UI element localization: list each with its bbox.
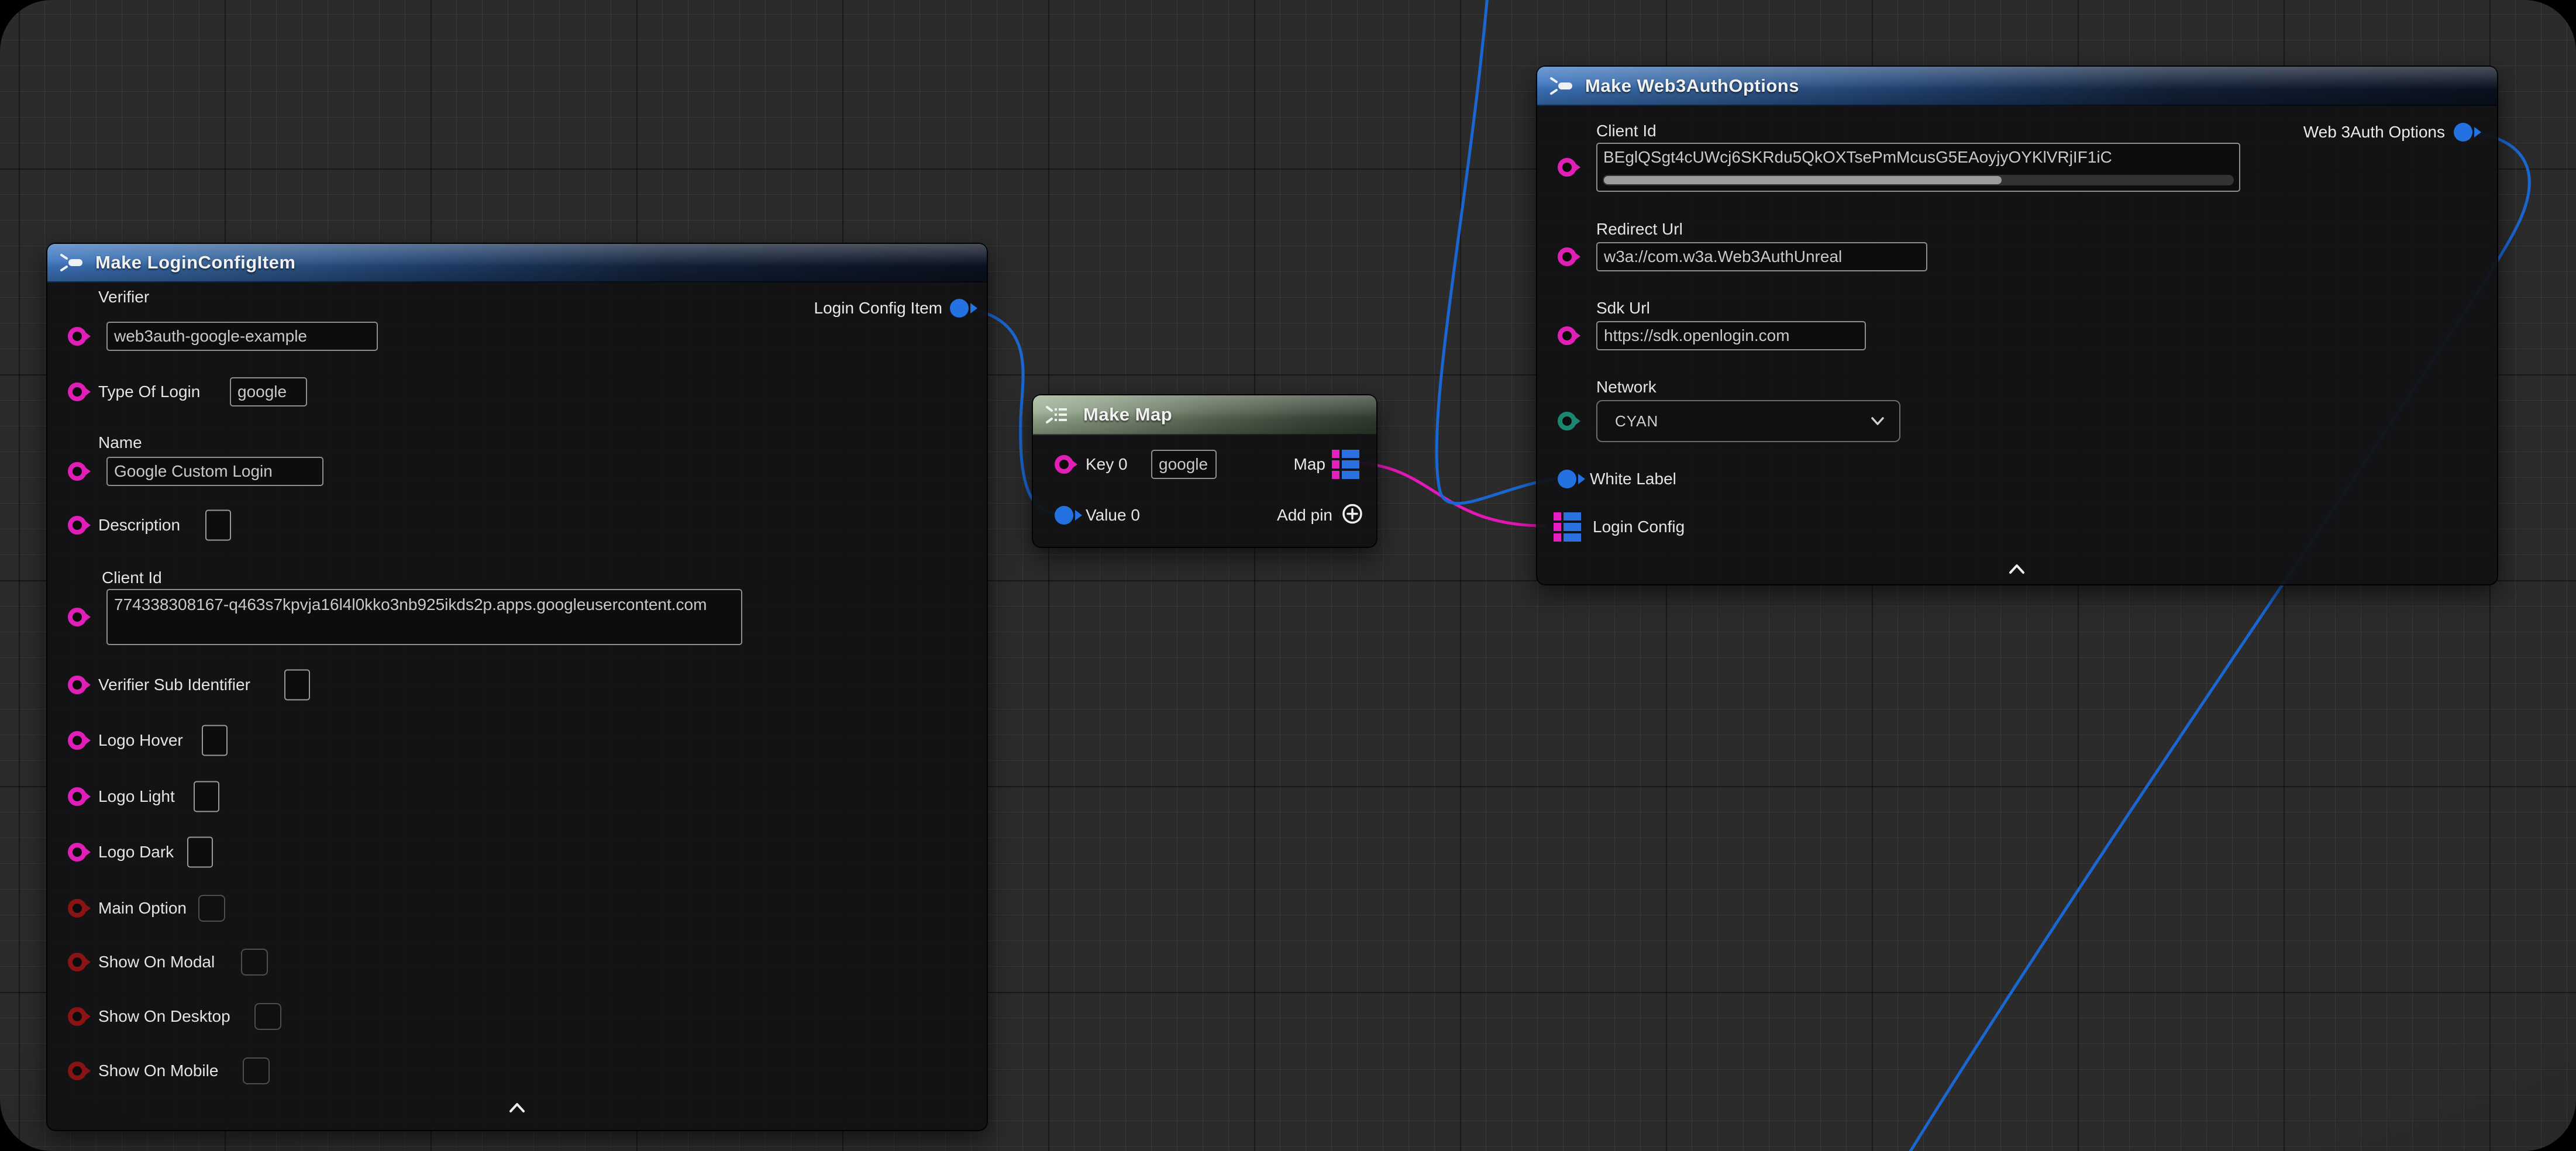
collapse-node-button[interactable]	[2005, 563, 2029, 578]
pin-logo-dark[interactable]	[68, 843, 87, 861]
pin-type-of-login[interactable]	[68, 382, 87, 401]
pin-label-main-option: Main Option	[98, 899, 187, 918]
scrollbar-thumb[interactable]	[1604, 176, 2002, 184]
pin-label-client-id: Client Id	[102, 568, 162, 587]
output-pin-map[interactable]	[1332, 450, 1359, 479]
pin-label-sdk-url: Sdk Url	[1596, 299, 1650, 318]
description-input[interactable]	[205, 510, 231, 541]
pin-label-show-on-mobile: Show On Mobile	[98, 1062, 218, 1080]
client-id-value: BEglQSgt4cUWcj6SKRdu5QkOXTsePmMcusG5EAoy…	[1597, 144, 2239, 171]
pin-sdk-url[interactable]	[1558, 326, 1576, 345]
pin-login-config[interactable]	[1554, 512, 1581, 542]
show-on-modal-checkbox[interactable]	[241, 949, 268, 976]
pin-label-network: Network	[1596, 378, 1657, 397]
node-make-loginconfigitem[interactable]: Make LoginConfigItem Login Config Item V…	[46, 243, 988, 1131]
blueprint-editor: Make LoginConfigItem Login Config Item V…	[0, 0, 2576, 1151]
chevron-down-icon	[1869, 416, 1886, 426]
pin-label-client-id: Client Id	[1596, 122, 1657, 140]
pin-label-key-0: Key 0	[1086, 455, 1128, 474]
pin-verifier[interactable]	[68, 327, 87, 346]
pin-client-id[interactable]	[68, 608, 87, 626]
node-title: Make Map	[1083, 404, 1172, 425]
make-struct-icon	[59, 252, 87, 273]
pin-show-on-desktop[interactable]	[68, 1007, 87, 1026]
pin-label-verifier-sub-identifier: Verifier Sub Identifier	[98, 676, 250, 694]
pin-label-verifier: Verifier	[98, 288, 149, 306]
pin-label-type-of-login: Type Of Login	[98, 382, 200, 401]
pin-verifier-sub-identifier[interactable]	[68, 676, 87, 694]
pin-label-show-on-desktop: Show On Desktop	[98, 1007, 230, 1026]
pin-label-logo-hover: Logo Hover	[98, 731, 183, 750]
chevron-up-icon	[2005, 563, 2029, 576]
pin-white-label[interactable]	[1558, 470, 1576, 488]
pin-label-value-0: Value 0	[1086, 506, 1140, 525]
circle-plus-icon	[1341, 503, 1363, 525]
verifier-input[interactable]: web3auth-google-example	[106, 322, 378, 351]
horizontal-scrollbar[interactable]	[1603, 175, 2234, 185]
network-selected-value: CYAN	[1615, 412, 1658, 430]
verifier-sub-identifier-input[interactable]	[284, 670, 310, 701]
chevron-up-icon	[505, 1101, 529, 1114]
output-label: Web 3Auth Options	[2303, 123, 2445, 142]
collapse-node-button[interactable]	[505, 1101, 529, 1117]
make-map-icon	[1045, 404, 1075, 426]
pin-logo-hover[interactable]	[68, 731, 87, 750]
logo-dark-input[interactable]	[187, 837, 213, 868]
pin-redirect-url[interactable]	[1558, 247, 1576, 266]
pin-client-id[interactable]	[1558, 158, 1576, 177]
pin-label-show-on-modal: Show On Modal	[98, 953, 215, 971]
logo-light-input[interactable]	[194, 781, 219, 812]
pin-show-on-mobile[interactable]	[68, 1062, 87, 1080]
type-of-login-input[interactable]: google	[230, 377, 307, 406]
sdk-url-input[interactable]: https://sdk.openlogin.com	[1596, 321, 1866, 350]
pin-main-option[interactable]	[68, 899, 87, 918]
pin-label-logo-light: Logo Light	[98, 787, 175, 806]
client-id-input[interactable]: BEglQSgt4cUWcj6SKRdu5QkOXTsePmMcusG5EAoy…	[1596, 143, 2240, 192]
add-pin-label: Add pin	[1277, 506, 1332, 525]
redirect-url-input[interactable]: w3a://com.w3a.Web3AuthUnreal	[1596, 242, 1927, 271]
key-0-input[interactable]: google	[1151, 450, 1217, 479]
blueprint-canvas[interactable]: Make LoginConfigItem Login Config Item V…	[0, 0, 2576, 1151]
pin-label-login-config: Login Config	[1593, 518, 1685, 536]
pin-label-white-label: White Label	[1590, 470, 1676, 488]
pin-key-0[interactable]	[1055, 455, 1073, 474]
node-title: Make Web3AuthOptions	[1585, 75, 1799, 97]
output-label-map: Map	[1294, 455, 1325, 474]
pin-show-on-modal[interactable]	[68, 953, 87, 971]
show-on-mobile-checkbox[interactable]	[243, 1057, 270, 1084]
show-on-desktop-checkbox[interactable]	[254, 1003, 281, 1030]
pin-network[interactable]	[1558, 412, 1576, 430]
pin-name[interactable]	[68, 462, 87, 481]
main-option-checkbox[interactable]	[198, 895, 225, 922]
pin-label-name: Name	[98, 433, 142, 452]
node-title: Make LoginConfigItem	[95, 252, 295, 273]
node-make-web3authoptions[interactable]: Make Web3AuthOptions Client Id Web 3Auth…	[1536, 66, 2498, 585]
name-input[interactable]: Google Custom Login	[106, 457, 323, 486]
client-id-input[interactable]: 774338308167-q463s7kpvja16l4l0kko3nb925i…	[106, 589, 742, 645]
node-header[interactable]: Make Web3AuthOptions	[1537, 67, 2497, 106]
network-dropdown[interactable]: CYAN	[1596, 400, 1900, 442]
output-pin-login-config-item[interactable]	[950, 299, 969, 318]
pin-value-0[interactable]	[1055, 506, 1073, 525]
pin-logo-light[interactable]	[68, 787, 87, 806]
add-pin-button[interactable]	[1341, 503, 1363, 528]
pin-label-redirect-url: Redirect Url	[1596, 220, 1683, 239]
pin-label-logo-dark: Logo Dark	[98, 843, 174, 861]
node-header[interactable]: Make Map	[1033, 395, 1376, 435]
pin-description[interactable]	[68, 516, 87, 535]
logo-hover-input[interactable]	[202, 725, 228, 756]
wire-map-to-loginconfig[interactable]	[1361, 463, 1544, 526]
output-label: Login Config Item	[814, 299, 942, 318]
node-header[interactable]: Make LoginConfigItem	[47, 244, 987, 282]
output-pin-web3auth-options[interactable]	[2454, 123, 2472, 142]
pin-label-description: Description	[98, 516, 180, 535]
node-make-map[interactable]: Make Map Key 0 google Map Value 0 Add pi…	[1032, 394, 1377, 548]
make-struct-icon	[1549, 75, 1577, 97]
